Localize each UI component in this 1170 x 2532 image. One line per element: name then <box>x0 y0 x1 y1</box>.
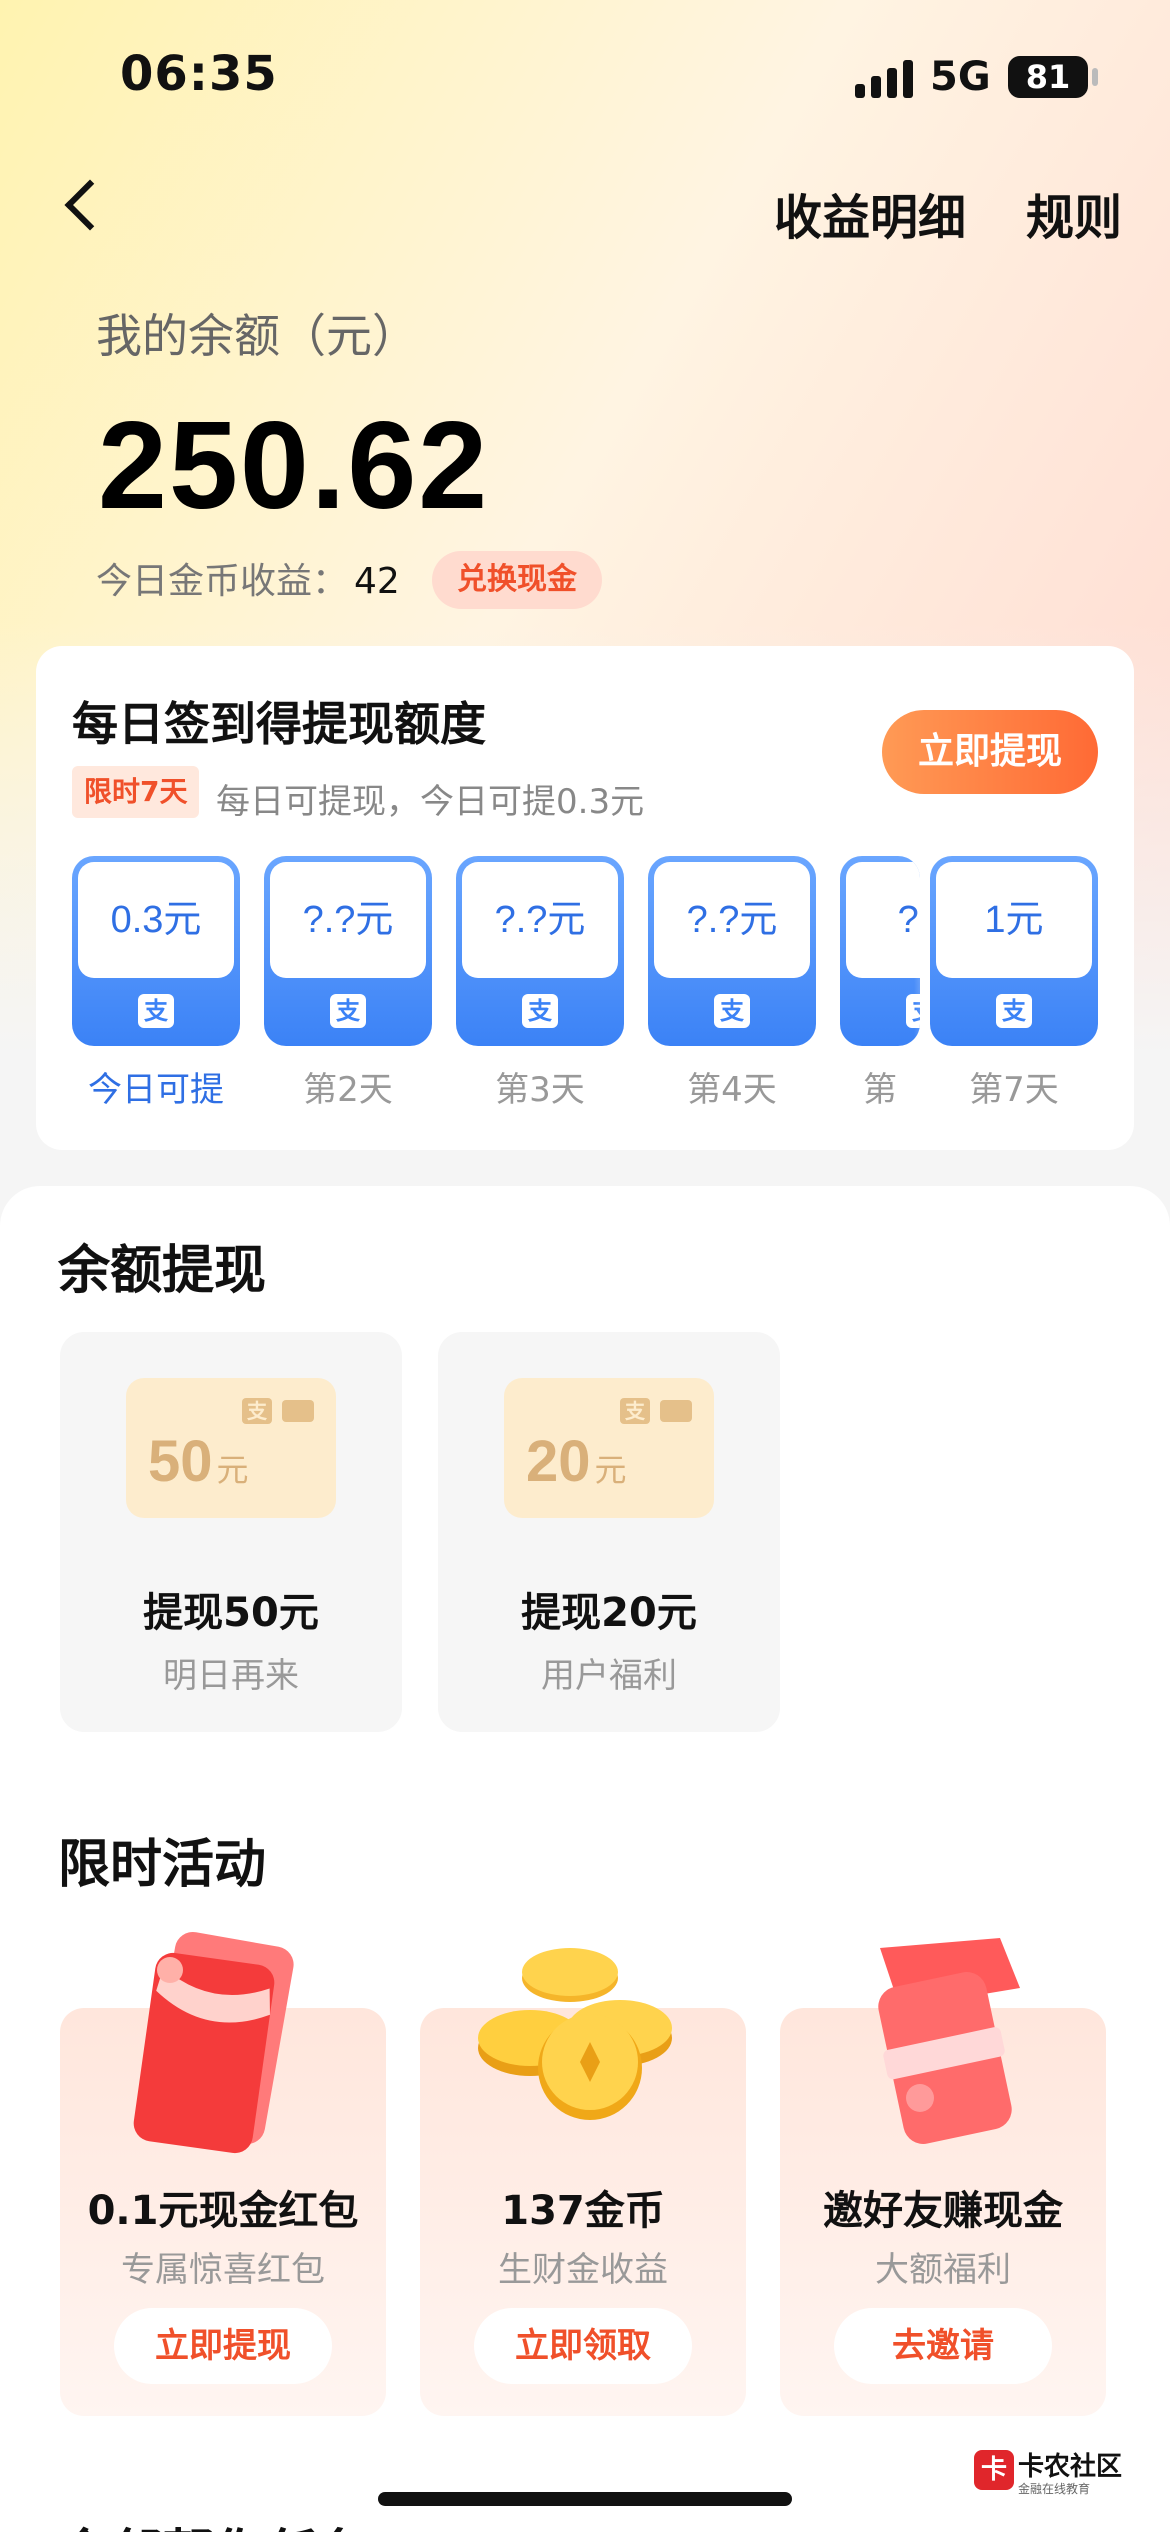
day-amount: ?.?元 <box>270 862 426 978</box>
day-amount: 1元 <box>936 862 1092 978</box>
balance-label: 我的余额（元） <box>96 309 418 363</box>
watermark-sub: 金融在线教育 <box>1018 2482 1091 2496</box>
activity-title: 137金币 <box>501 2188 665 2234</box>
withdraw-now-button[interactable]: 立即提现 <box>882 710 1098 794</box>
balance-value: 250.62 <box>98 397 490 535</box>
day-card-5[interactable]: ?.? 支 <box>840 856 920 1046</box>
network-label: 5G <box>930 54 991 100</box>
content-sheet: 余额提现 支 50 元 提现50元 明日再来 支 20 元 提现20元 用户福利 限… <box>0 1186 1170 2532</box>
activity-title: 邀好友赚现金 <box>823 2188 1063 2234</box>
daily-signin-card: 每日签到得提现额度 限时7天 每日可提现，今日可提0.3元 立即提现 0.3元 … <box>36 646 1134 1150</box>
exchange-cash-button[interactable]: 兑换现金 <box>432 551 602 609</box>
gold-coins-icon <box>478 1948 672 2120</box>
battery-icon: 81 <box>1008 56 1088 98</box>
withdraw-option-50[interactable]: 支 50 元 提现50元 明日再来 <box>60 1332 402 1732</box>
withdraw-option-title: 提现50元 <box>143 1590 319 1636</box>
watermark-text: 卡农社区 <box>1018 2452 1123 2482</box>
withdraw-option-title: 提现20元 <box>521 1590 697 1636</box>
coin-earnings-row: 今日金币收益： 42 <box>96 552 400 604</box>
withdraw-option-sub: 明日再来 <box>163 1656 299 1696</box>
activity-title: 0.1元现金红包 <box>87 2188 359 2234</box>
day-card-1[interactable]: 0.3元 支 <box>72 856 240 1046</box>
day-amount: 0.3元 <box>78 862 234 978</box>
day-card-3[interactable]: ?.?元 支 <box>456 856 624 1046</box>
status-bar: 06:35 5G 81 <box>0 0 1170 150</box>
battery-cap <box>1092 68 1098 86</box>
rules-link[interactable]: 规则 <box>1026 178 1122 248</box>
activity-sub: 大额福利 <box>875 2250 1011 2290</box>
invite-cash-icon <box>878 1938 1020 2144</box>
withdraw-option-sub: 用户福利 <box>541 1656 677 1696</box>
day-card-4[interactable]: ?.?元 支 <box>648 856 816 1046</box>
red-envelope-icon <box>133 1931 294 2154</box>
alipay-icon: 支 <box>522 994 558 1028</box>
withdraw-section-title: 余额提现 <box>58 1241 267 1301</box>
coin-earnings-label: 今日金币收益： <box>96 561 349 602</box>
day-card-7[interactable]: 1元 支 <box>930 856 1098 1046</box>
alipay-icon: 支 <box>330 994 366 1028</box>
limited-time-tag: 限时7天 <box>72 766 200 818</box>
watermark-logo-icon: 卡 <box>974 2450 1014 2490</box>
day-label: 第 <box>863 1070 897 1110</box>
activity-card-invite[interactable]: 邀好友赚现金 大额福利 去邀请 <box>780 1938 1106 2416</box>
signin-subtitle: 每日可提现，今日可提0.3元 <box>216 782 645 822</box>
watermark: 卡 卡农社区 金融在线教育 <box>974 2444 1124 2504</box>
alipay-icon: 支 <box>714 994 750 1028</box>
alipay-icon: 支 <box>996 994 1032 1028</box>
status-time: 06:35 <box>120 46 278 102</box>
day-amount: ?.?元 <box>654 862 810 978</box>
withdraw-option-20[interactable]: 支 20 元 提现20元 用户福利 <box>438 1332 780 1732</box>
activity-button[interactable]: 立即领取 <box>474 2308 692 2384</box>
activities-section-title: 限时活动 <box>58 1835 267 1895</box>
day-label: 第4天 <box>687 1070 777 1110</box>
activity-button[interactable]: 去邀请 <box>834 2308 1052 2384</box>
next-section-title: 今邻帮你任务 <box>58 2512 370 2532</box>
home-indicator[interactable] <box>378 2492 792 2506</box>
activity-card-red-envelope[interactable]: 0.1元现金红包 专属惊喜红包 立即提现 <box>60 1931 386 2416</box>
alipay-icon: 支 <box>242 1398 272 1424</box>
signal-icon <box>855 60 915 98</box>
cash-ticket-icon: 支 50 元 <box>126 1378 336 1518</box>
back-button[interactable] <box>58 175 118 235</box>
ticket-amount: 20 元 <box>526 1429 627 1494</box>
activity-sub: 专属惊喜红包 <box>121 2250 325 2290</box>
alipay-icon: 支 <box>138 994 174 1028</box>
activity-button[interactable]: 立即提现 <box>114 2308 332 2384</box>
signin-title: 每日签到得提现额度 <box>72 697 486 751</box>
alipay-icon: 支 <box>620 1398 650 1424</box>
day-label: 第3天 <box>495 1070 585 1110</box>
day-label: 今日可提 <box>88 1070 224 1110</box>
day-label: 第7天 <box>969 1070 1059 1110</box>
coin-earnings-value: 42 <box>354 561 400 602</box>
ticket-amount: 50 元 <box>148 1429 249 1494</box>
cash-ticket-icon: 支 20 元 <box>504 1378 714 1518</box>
activity-sub: 生财金收益 <box>498 2250 668 2290</box>
bank-card-icon <box>282 1400 314 1422</box>
earnings-detail-link[interactable]: 收益明细 <box>774 178 966 248</box>
bank-card-icon <box>660 1400 692 1422</box>
day-card-2[interactable]: ?.?元 支 <box>264 856 432 1046</box>
day-amount: ?.?元 <box>462 862 618 978</box>
activity-card-coins[interactable]: 137金币 生财金收益 立即领取 <box>420 1948 746 2416</box>
day-amount: ?.? <box>846 862 920 978</box>
day-label: 第2天 <box>303 1070 393 1110</box>
